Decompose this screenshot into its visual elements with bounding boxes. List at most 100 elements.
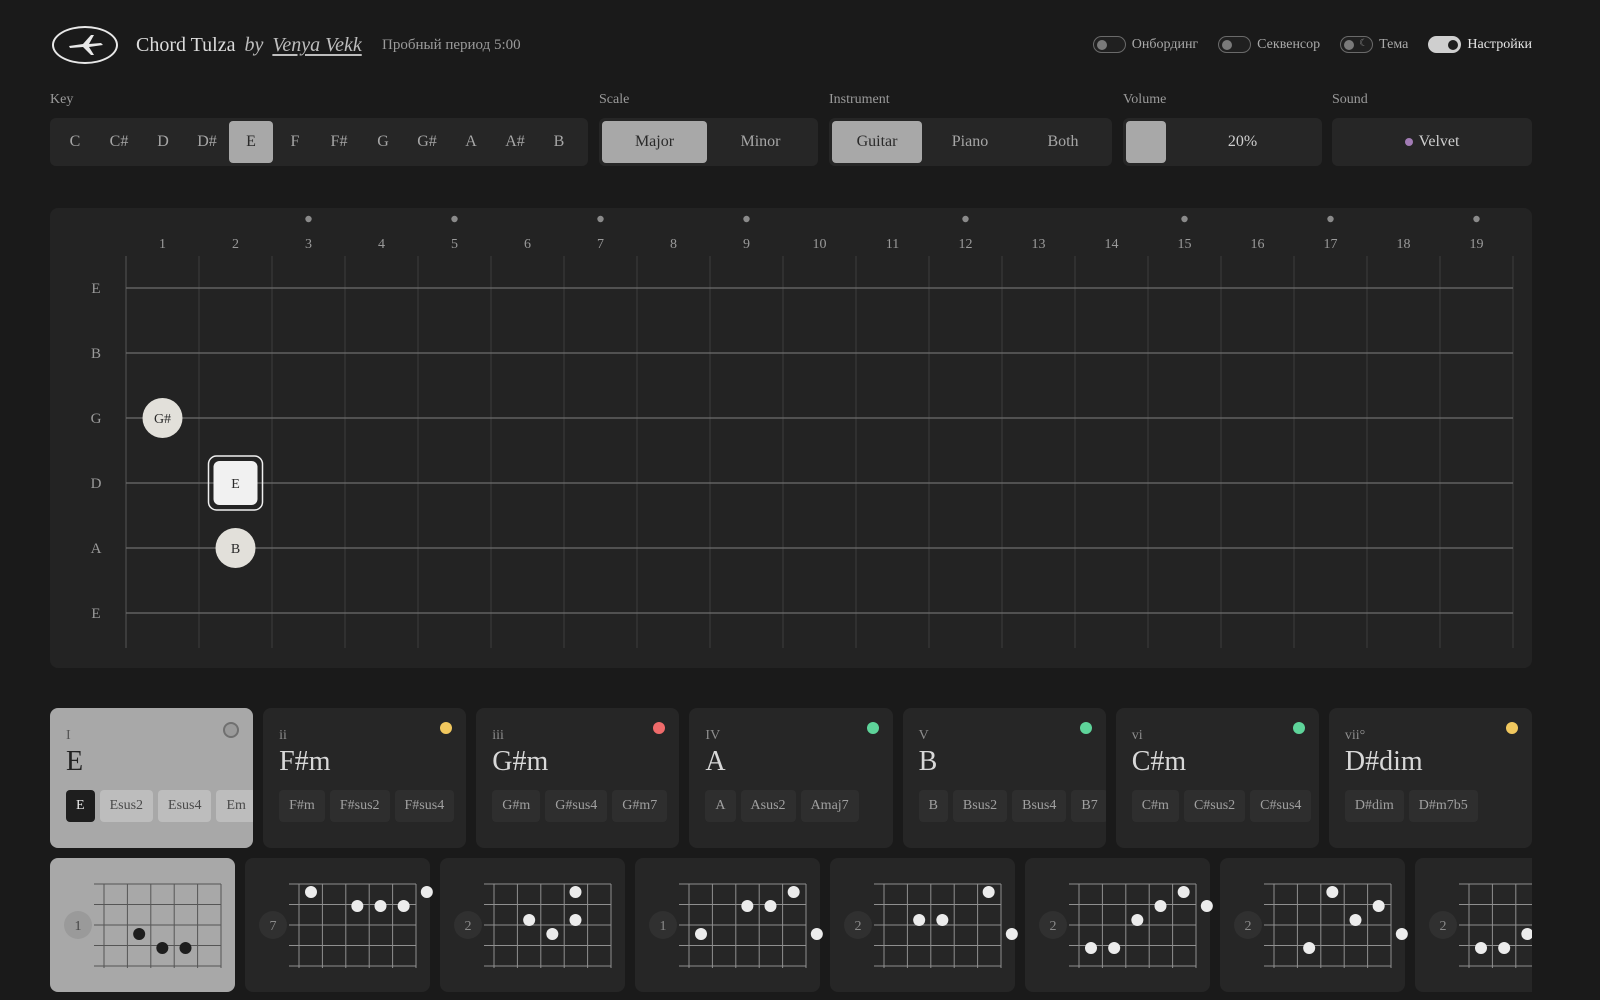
key-option-b[interactable]: B (537, 121, 581, 163)
chord-variant-chip[interactable]: Asus2 (740, 790, 796, 822)
chord-card[interactable]: V B B Bsus2 Bsus4 B7 (902, 708, 1106, 848)
chord-shape-card[interactable]: 2 (1415, 858, 1532, 992)
chord-shape-card[interactable]: 2 (1025, 858, 1213, 992)
shape-finger-dot (546, 928, 559, 940)
fret-number: 14 (1105, 237, 1119, 252)
scale-option-major[interactable]: Major (602, 121, 707, 163)
chord-card[interactable]: vii° D#dim D#dim D#m7b5 (1328, 708, 1532, 848)
fretboard-note-label: G# (154, 412, 171, 427)
key-option-g-sharp[interactable]: G# (405, 121, 449, 163)
string-label: B (91, 346, 101, 362)
fretboard-note[interactable]: E (207, 455, 264, 511)
chord-variant-chip[interactable]: A (705, 790, 736, 822)
sound-color-dot-icon (1404, 138, 1413, 147)
chord-variant-chip[interactable]: G#m (492, 790, 541, 822)
airplane-logo-icon[interactable] (52, 26, 118, 64)
sound-selector[interactable]: Velvet (1332, 118, 1532, 166)
shape-finger-dot (1005, 928, 1018, 940)
chord-variant-chip[interactable]: Bsus4 (1012, 790, 1067, 822)
chord-shape-card[interactable]: 2 (440, 858, 625, 992)
chord-variant-chip[interactable]: F#sus4 (394, 790, 455, 822)
scale-option-minor[interactable]: Minor (707, 121, 814, 163)
chord-degree: vii° (1344, 728, 1366, 743)
shape-fret-number: 1 (660, 919, 667, 934)
fret-number: 5 (451, 237, 458, 252)
chord-shape-card[interactable]: 1 (635, 858, 823, 992)
key-option-c[interactable]: C (53, 121, 97, 163)
chord-name: F#m (279, 746, 331, 777)
toggle-onboarding[interactable]: Онбординг (1092, 36, 1198, 53)
chord-variant-chip[interactable]: Bsus2 (952, 790, 1008, 822)
chord-shape-card[interactable]: 1 (50, 858, 235, 992)
chord-variant-chip[interactable]: Esus4 (158, 790, 212, 822)
onboarding-switch[interactable] (1092, 36, 1126, 53)
author-link[interactable]: Venya Vekk (272, 34, 361, 56)
fretboard-note-label: B (231, 542, 240, 557)
chord-variant-chip[interactable]: Em (216, 790, 254, 822)
chord-shape-card[interactable]: 2 (830, 858, 1018, 992)
chord-status-indicator (653, 722, 666, 734)
fret-number: 9 (743, 237, 750, 252)
chord-card[interactable]: IV A A Asus2 Amaj7 (689, 708, 893, 848)
fretboard-note[interactable]: B (215, 528, 256, 568)
key-option-d[interactable]: D (141, 121, 185, 163)
chord-variant-chip[interactable]: C#m (1131, 790, 1179, 822)
fret-number: 4 (378, 237, 385, 252)
chord-variants: B Bsus2 Bsus4 B7 (918, 790, 1106, 822)
volume-slider[interactable]: 20% (1123, 118, 1322, 166)
key-option-f[interactable]: F (273, 121, 317, 163)
shape-fret-number: 2 (855, 919, 862, 934)
key-option-d-sharp[interactable]: D# (185, 121, 229, 163)
chord-variant-chip[interactable]: C#sus2 (1183, 790, 1246, 822)
chord-card[interactable]: ii F#m F#m F#sus2 F#sus4 (263, 708, 467, 848)
chord-shape-card[interactable]: 2 (1220, 858, 1408, 992)
fret-number: 8 (670, 237, 677, 252)
chord-variant-chip[interactable]: Esus2 (99, 790, 154, 822)
chord-name: A (705, 746, 726, 777)
chord-variant-chip[interactable]: B (918, 790, 948, 822)
chord-variant-chip[interactable]: F#sus2 (329, 790, 390, 822)
theme-switch[interactable]: ☾ (1340, 36, 1374, 53)
key-option-a[interactable]: A (449, 121, 493, 163)
chord-variant-chip[interactable]: G#m7 (612, 790, 668, 822)
chord-variant-chip[interactable]: D#dim (1344, 790, 1404, 822)
chord-variant-chip[interactable]: Amaj7 (800, 790, 859, 822)
instrument-option-both[interactable]: Both (1018, 121, 1108, 163)
volume-slider-handle[interactable] (1126, 121, 1166, 163)
key-option-g[interactable]: G (361, 121, 405, 163)
chord-status-indicator (440, 722, 453, 734)
chord-variant-chip[interactable]: D#m7b5 (1408, 790, 1478, 822)
fretboard-canvas: EBGDAE1 2 3 4 5 6 7 8 9 10 11 12 13 14 15 16 17 18 19G#EB (91, 215, 1514, 648)
fret-number: 15 (1178, 237, 1192, 252)
toggle-sequencer[interactable]: Секвенсор (1218, 36, 1320, 53)
fret-number: 2 (232, 237, 239, 252)
sequencer-switch[interactable] (1218, 36, 1252, 53)
chord-variant-chip[interactable]: C#sus4 (1250, 790, 1312, 822)
chord-card[interactable]: I E E Esus2 Esus4 Em (50, 708, 254, 848)
key-option-c-sharp[interactable]: C# (97, 121, 141, 163)
fretboard-note[interactable]: G# (142, 398, 183, 438)
shape-finger-dot (569, 886, 582, 898)
chord-variant-chip[interactable]: B7 (1071, 790, 1106, 822)
shape-fret-number: 2 (465, 919, 472, 934)
chord-card[interactable]: vi C#m C#m C#sus2 C#sus4 (1115, 708, 1319, 848)
chord-variant-chip[interactable]: G#sus4 (545, 790, 608, 822)
toggle-settings[interactable]: Настройки (1428, 36, 1532, 53)
instrument-option-guitar[interactable]: Guitar (832, 121, 922, 163)
key-option-f-sharp[interactable]: F# (317, 121, 361, 163)
chord-variants: D#dim D#m7b5 (1344, 790, 1516, 822)
toggle-sequencer-label: Секвенсор (1257, 36, 1321, 52)
toggle-theme[interactable]: ☾ Тема (1340, 36, 1408, 53)
instrument-option-piano[interactable]: Piano (922, 121, 1018, 163)
key-option-a-sharp[interactable]: A# (493, 121, 537, 163)
chord-shape-card[interactable]: 7 (245, 858, 433, 992)
shape-finger-dot (913, 914, 926, 926)
key-option-e[interactable]: E (229, 121, 273, 163)
settings-switch[interactable] (1428, 36, 1462, 53)
app-name: Chord Tulza (136, 34, 236, 56)
chord-variant-chip[interactable]: F#m (279, 790, 325, 822)
toggle-theme-label: Тема (1379, 36, 1409, 52)
chord-card[interactable]: iii G#m G#m G#sus4 G#m7 (476, 708, 680, 848)
by-text: by (244, 34, 264, 56)
chord-variant-chip[interactable]: E (66, 790, 95, 822)
